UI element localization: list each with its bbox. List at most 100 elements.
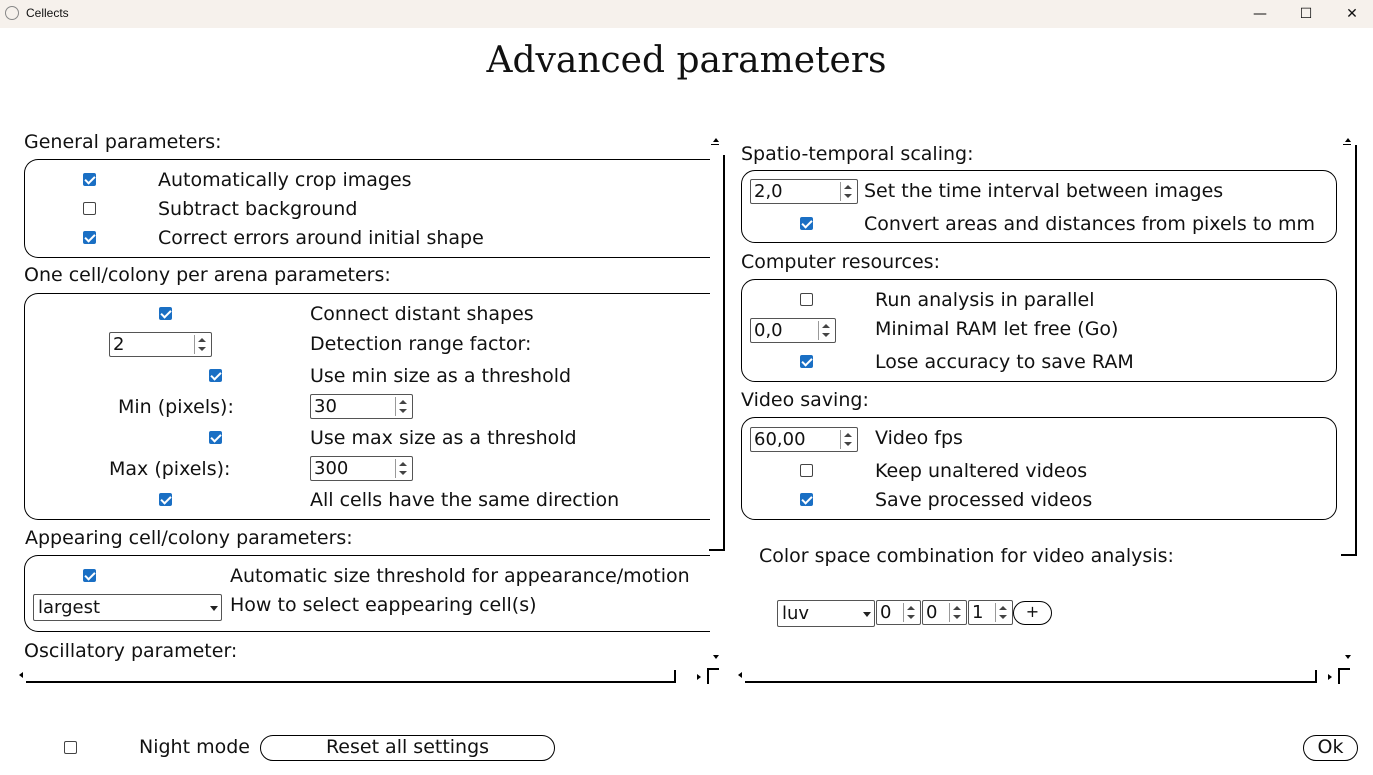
oscillatory-heading: Oscillatory parameter:: [24, 640, 238, 662]
interval-label: Set the time interval between images: [864, 180, 1224, 202]
use-min-label: Use min size as a threshold: [310, 365, 572, 387]
h-scroll-end: [674, 670, 676, 682]
channel-1-value: 0: [880, 602, 892, 623]
min-spinbox[interactable]: 30: [310, 394, 413, 419]
save-processed-label: Save processed videos: [875, 489, 1093, 511]
close-icon[interactable]: ✕: [1329, 0, 1373, 28]
spin-arrows-icon[interactable]: [840, 430, 854, 449]
parallel-checkbox[interactable]: [800, 293, 813, 306]
scroll-foot: [1341, 554, 1357, 556]
select-method-value: largest: [38, 597, 101, 618]
scroll-down-icon[interactable]: [1345, 655, 1351, 659]
left-vertical-scrollbar[interactable]: [709, 135, 727, 553]
left-horizontal-scrollbar[interactable]: [14, 668, 719, 686]
auto-threshold-label: Automatic size threshold for appearance/…: [230, 565, 690, 587]
corner-mark: [1338, 668, 1340, 684]
keep-unaltered-checkbox[interactable]: [800, 464, 813, 477]
h-scroll-track[interactable]: [745, 681, 1317, 683]
add-channel-button[interactable]: +: [1013, 601, 1052, 625]
scroll-right-icon[interactable]: [1328, 674, 1332, 680]
spin-arrows-icon[interactable]: [194, 335, 208, 354]
scroll-right-icon[interactable]: [697, 674, 701, 680]
resources-heading: Computer resources:: [741, 251, 940, 273]
spin-arrows-icon[interactable]: [395, 397, 409, 416]
parallel-label: Run analysis in parallel: [875, 289, 1095, 311]
corner-mark: [707, 668, 709, 684]
max-spinbox[interactable]: 300: [310, 456, 413, 481]
min-label: Min (pixels):: [118, 396, 234, 418]
max-label: Max (pixels):: [109, 458, 231, 480]
correct-errors-checkbox[interactable]: [83, 231, 96, 244]
night-mode-checkbox[interactable]: [64, 741, 77, 754]
convert-checkbox[interactable]: [800, 217, 813, 230]
detection-range-spinbox[interactable]: 2: [109, 332, 212, 357]
fps-spinbox[interactable]: 60,00: [750, 427, 858, 452]
channel-3-spinbox[interactable]: 1: [968, 600, 1013, 625]
color-space-value: luv: [782, 603, 810, 624]
channel-3-value: 1: [972, 602, 984, 623]
min-value: 30: [314, 396, 337, 417]
keep-unaltered-label: Keep unaltered videos: [875, 460, 1088, 482]
scroll-up-icon[interactable]: [1345, 138, 1351, 142]
scroll-thumb[interactable]: [1355, 145, 1357, 555]
video-heading: Video saving:: [741, 389, 869, 411]
select-method-dropdown[interactable]: largest: [33, 594, 222, 621]
lose-accuracy-checkbox[interactable]: [800, 355, 813, 368]
lose-accuracy-label: Lose accuracy to save RAM: [875, 351, 1134, 373]
right-horizontal-scrollbar[interactable]: [733, 668, 1359, 686]
one-cell-heading: One cell/colony per arena parameters:: [24, 264, 391, 286]
connect-distant-checkbox[interactable]: [159, 307, 172, 320]
right-vertical-scrollbar[interactable]: [1341, 135, 1359, 559]
spin-arrows-icon[interactable]: [995, 603, 1009, 622]
right-scroll-down[interactable]: [1341, 652, 1359, 664]
chevron-down-icon: [863, 612, 871, 617]
scroll-left-icon[interactable]: [738, 672, 742, 678]
ram-value: 0,0: [754, 320, 783, 341]
correct-errors-label: Correct errors around initial shape: [158, 227, 484, 249]
fps-value: 60,00: [754, 429, 806, 450]
connect-distant-label: Connect distant shapes: [310, 303, 534, 325]
color-space-heading: Color space combination for video analys…: [759, 545, 1174, 567]
subtract-bg-checkbox[interactable]: [83, 202, 96, 215]
left-scroll-down[interactable]: [709, 652, 727, 664]
spin-arrows-icon[interactable]: [949, 603, 963, 622]
spin-arrows-icon[interactable]: [840, 182, 854, 201]
save-processed-checkbox[interactable]: [800, 493, 813, 506]
scroll-thumb[interactable]: [723, 155, 725, 550]
channel-1-spinbox[interactable]: 0: [876, 600, 921, 625]
reset-settings-button[interactable]: Reset all settings: [260, 735, 555, 761]
interval-spinbox[interactable]: 2,0: [750, 179, 858, 204]
window-title: Cellects: [26, 6, 69, 20]
spin-arrows-icon[interactable]: [395, 459, 409, 478]
scroll-down-icon[interactable]: [713, 655, 719, 659]
auto-threshold-checkbox[interactable]: [83, 569, 96, 582]
scroll-cap: [711, 144, 719, 145]
scroll-up-icon[interactable]: [713, 138, 719, 142]
h-scroll-end: [1315, 670, 1317, 682]
spatio-heading: Spatio-temporal scaling:: [741, 143, 974, 165]
maximize-icon[interactable]: ☐: [1283, 0, 1329, 28]
scroll-left-icon[interactable]: [19, 672, 23, 678]
detection-range-value: 2: [113, 334, 125, 355]
max-value: 300: [314, 458, 349, 479]
use-max-checkbox[interactable]: [209, 431, 222, 444]
auto-crop-checkbox[interactable]: [83, 173, 96, 186]
channel-2-spinbox[interactable]: 0: [922, 600, 967, 625]
ram-spinbox[interactable]: 0,0: [750, 318, 836, 343]
spin-arrows-icon[interactable]: [903, 603, 917, 622]
same-direction-checkbox[interactable]: [159, 493, 172, 506]
minimize-icon[interactable]: —: [1237, 0, 1283, 28]
spin-arrows-icon[interactable]: [818, 321, 832, 340]
h-scroll-track[interactable]: [26, 681, 676, 683]
ok-button[interactable]: Ok: [1303, 735, 1358, 761]
use-min-checkbox[interactable]: [209, 369, 222, 382]
color-space-dropdown[interactable]: luv: [777, 600, 875, 627]
same-direction-label: All cells have the same direction: [310, 489, 620, 511]
night-mode-label: Night mode: [139, 736, 250, 758]
auto-crop-label: Automatically crop images: [158, 169, 412, 191]
app-icon: [5, 6, 19, 20]
scroll-cap: [1343, 144, 1351, 145]
convert-label: Convert areas and distances from pixels …: [864, 213, 1315, 235]
subtract-bg-label: Subtract background: [158, 198, 358, 220]
appearing-heading: Appearing cell/colony parameters:: [25, 527, 353, 549]
